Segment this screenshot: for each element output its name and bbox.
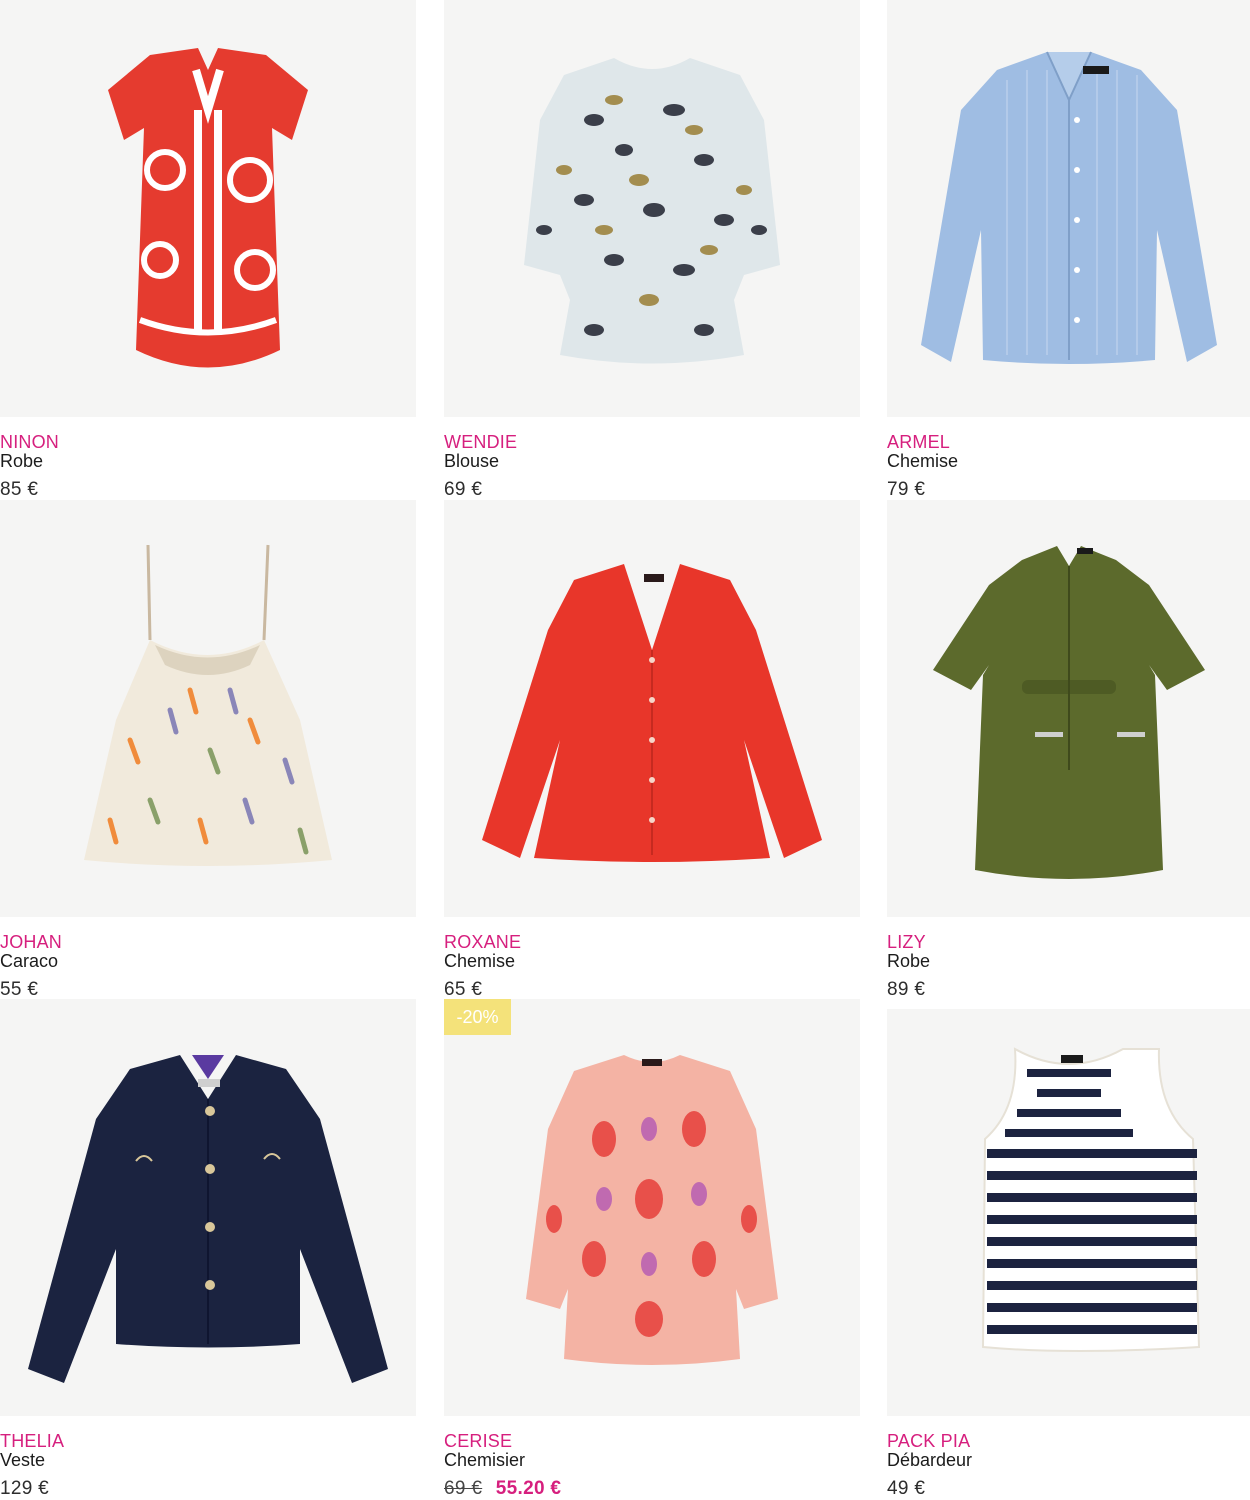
product-price: 129 € (0, 1478, 50, 1499)
product-type: Robe (0, 451, 44, 471)
product-card-lizy[interactable]: LIZY Robe 89 € (887, 500, 1250, 1000)
sale-price: 55.20 € (495, 1478, 562, 1499)
product-type: Blouse (444, 451, 500, 471)
navy-jacket-image (28, 1055, 388, 1383)
product-brand[interactable]: NINON (0, 432, 416, 452)
product-brand[interactable]: WENDIE (444, 432, 860, 452)
product-card-wendie[interactable]: WENDIE Blouse 69 € (444, 0, 860, 500)
product-card-roxane[interactable]: ROXANE Chemise 65 € (444, 500, 860, 1000)
product-type: Robe (887, 951, 931, 971)
product-type: Veste (0, 1450, 46, 1470)
khaki-shirt-dress-image (933, 546, 1205, 879)
product-price: 55 € (0, 979, 39, 1000)
product-image[interactable] (444, 500, 860, 917)
product-brand[interactable]: PACK PIA (887, 1431, 1250, 1451)
product-card-armel[interactable]: ARMEL Chemise 79 € (887, 0, 1250, 500)
product-price: 49 € (887, 1478, 926, 1499)
product-image[interactable] (887, 500, 1250, 917)
animal-print-blouse-image (524, 58, 780, 364)
product-image[interactable] (887, 0, 1250, 417)
product-brand[interactable]: THELIA (0, 1431, 416, 1451)
product-image[interactable] (444, 0, 860, 417)
red-print-dress-image (108, 48, 308, 368)
product-price: 65 € (444, 979, 483, 1000)
product-type: Chemisier (444, 1450, 526, 1470)
red-shirt-image (482, 564, 822, 862)
pink-ikat-blouse-image (526, 1055, 778, 1365)
product-card-thelia[interactable]: THELIA Veste 129 € (0, 999, 416, 1499)
product-brand[interactable]: JOHAN (0, 932, 416, 952)
product-image[interactable] (0, 999, 416, 1416)
product-price: 79 € (887, 479, 926, 500)
product-brand[interactable]: CERISE (444, 1431, 860, 1451)
product-brand[interactable]: ARMEL (887, 432, 1250, 452)
blue-striped-shirt-image (921, 51, 1217, 364)
original-price: 69 € (444, 1478, 483, 1499)
striped-tank-top-image (981, 1047, 1201, 1352)
product-brand[interactable]: ROXANE (444, 932, 860, 952)
product-card-pack-pia[interactable]: PACK PIA Débardeur 49 € (887, 999, 1250, 1499)
product-type: Chemise (444, 951, 516, 971)
product-brand[interactable]: LIZY (887, 932, 1250, 952)
product-type: Caraco (0, 951, 59, 971)
discount-badge: -20% (444, 999, 511, 1035)
product-type: Chemise (887, 451, 959, 471)
product-price: 69 € (444, 479, 483, 500)
product-image[interactable] (887, 1009, 1250, 1416)
product-image[interactable] (0, 500, 416, 917)
product-price: 89 € (887, 979, 926, 1000)
product-card-johan[interactable]: JOHAN Caraco 55 € (0, 500, 416, 1000)
product-card-ninon[interactable]: NINON Robe 85 € (0, 0, 416, 500)
printed-cami-top-image (84, 544, 332, 866)
product-price: 69 € 55.20 € (444, 1478, 860, 1500)
product-grid: NINON Robe 85 € WENDIE Blouse 69 € ARMEL… (0, 0, 1250, 1500)
product-image[interactable] (444, 999, 860, 1416)
product-price: 85 € (0, 479, 39, 500)
product-type: Débardeur (887, 1450, 973, 1470)
product-card-cerise[interactable]: -20% CERISE Chemisier 69 € 55.20 € (444, 999, 860, 1499)
product-image[interactable] (0, 0, 416, 417)
